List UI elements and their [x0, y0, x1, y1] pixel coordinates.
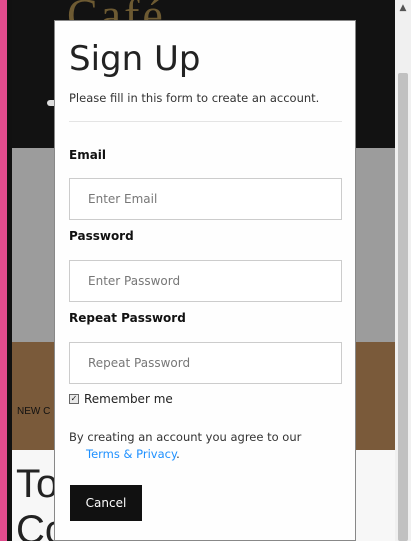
password-label: Password: [69, 229, 134, 243]
remember-me[interactable]: ✓ Remember me: [69, 392, 173, 406]
up-arrow-icon[interactable]: ▲: [395, 0, 411, 16]
modal-subtitle: Please fill in this form to create an ac…: [69, 91, 320, 105]
email-field[interactable]: [69, 178, 342, 220]
scrollbar-thumb[interactable]: [398, 73, 408, 541]
checkbox-checked-icon[interactable]: ✓: [69, 394, 79, 404]
terms-text: By creating an account you agree to our …: [69, 429, 342, 463]
modal-title: Sign Up: [69, 39, 201, 79]
password-field[interactable]: [69, 260, 342, 302]
left-accent-strip: [0, 0, 7, 541]
divider: [69, 121, 342, 122]
background-heading-line1: To: [16, 462, 59, 506]
background-new-label: NEW C: [17, 406, 51, 417]
email-label: Email: [69, 148, 107, 162]
terms-statement: By creating an account you agree to our: [69, 430, 302, 444]
signup-modal: Sign Up Please fill in this form to crea…: [54, 20, 356, 541]
repeat-password-field[interactable]: [69, 342, 342, 384]
cancel-button[interactable]: Cancel: [70, 485, 142, 521]
repeat-password-label: Repeat Password: [69, 311, 186, 325]
remember-label: Remember me: [84, 392, 173, 406]
terms-privacy-link[interactable]: Terms & Privacy: [86, 447, 176, 461]
terms-suffix: .: [176, 447, 180, 461]
